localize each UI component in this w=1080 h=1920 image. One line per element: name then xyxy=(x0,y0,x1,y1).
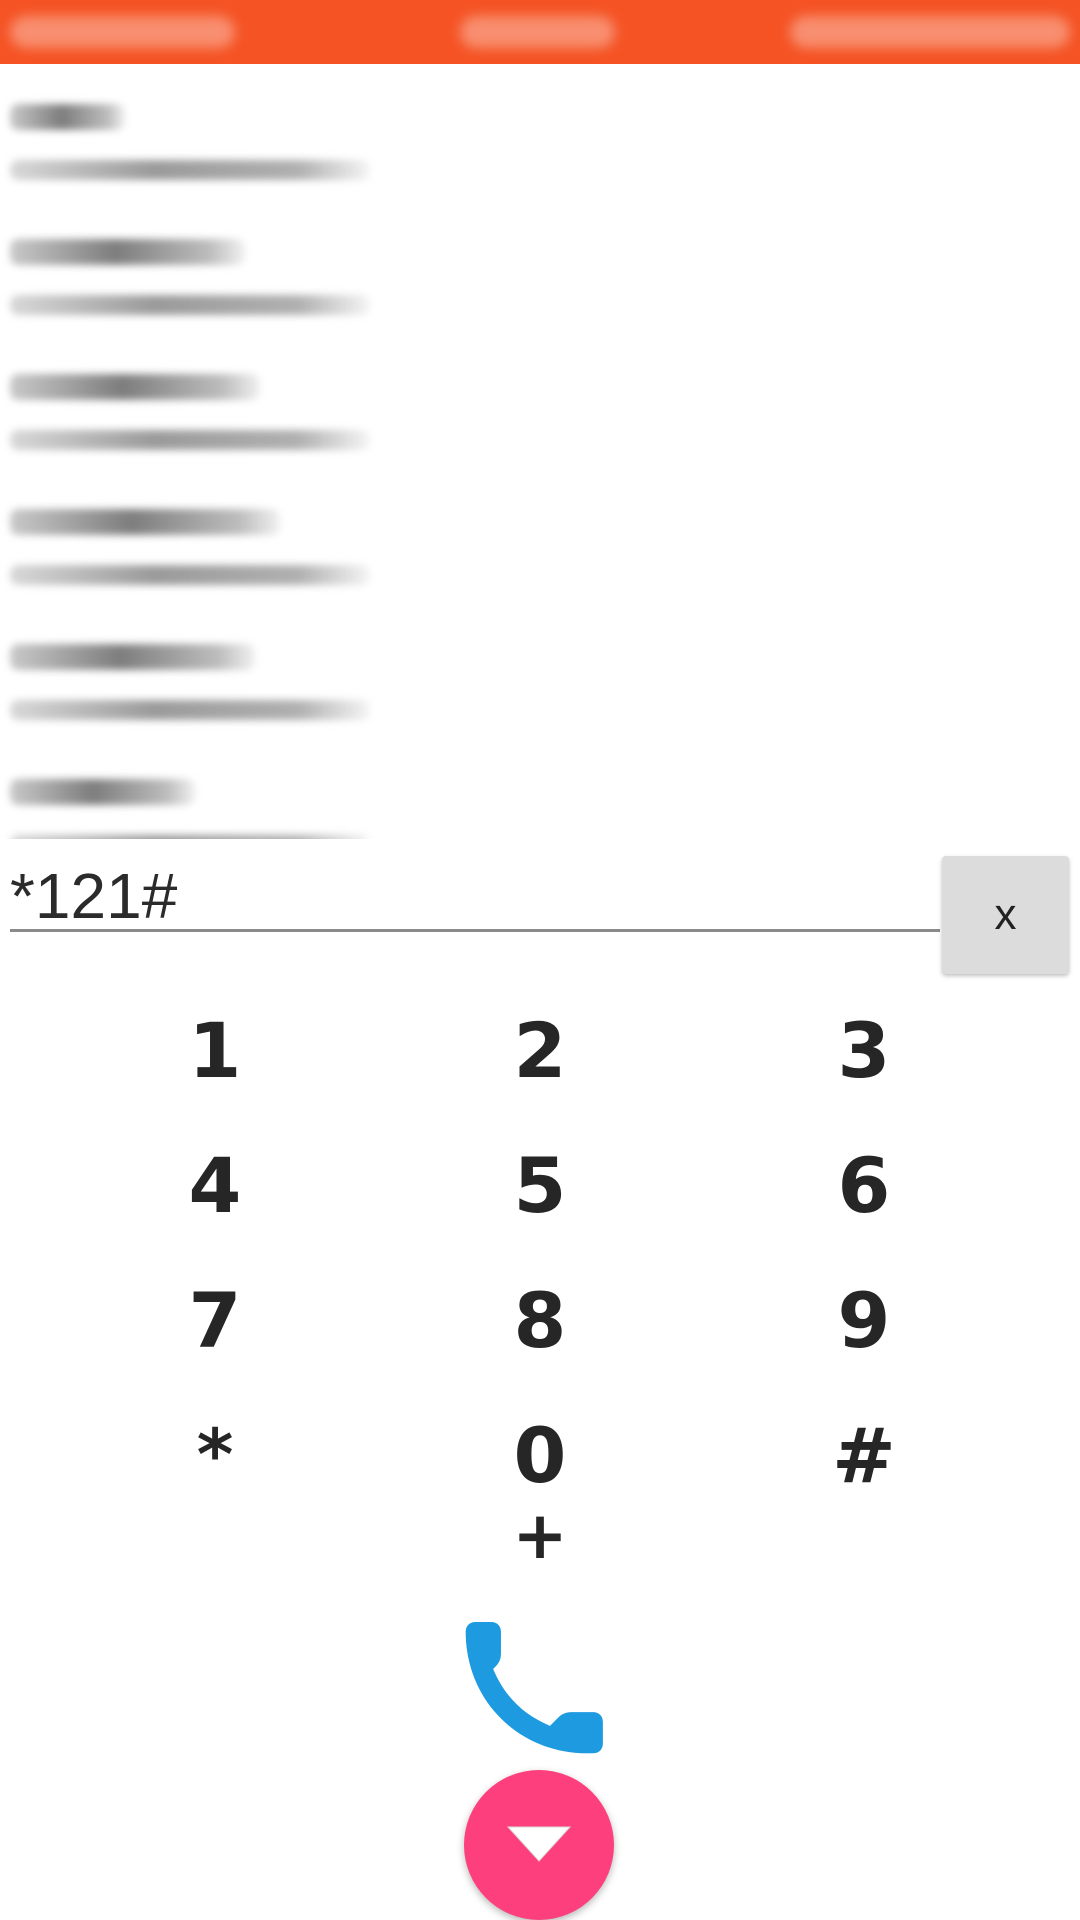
app-bar xyxy=(0,0,1080,64)
tab-1[interactable] xyxy=(10,16,235,48)
contact-list xyxy=(0,64,1080,839)
key-9[interactable]: 9 xyxy=(784,1260,944,1380)
list-item[interactable] xyxy=(10,469,390,589)
contact-number xyxy=(10,430,370,450)
key-8[interactable]: 8 xyxy=(460,1260,620,1380)
number-input-row: *121# x xyxy=(0,850,1080,980)
key-star[interactable]: * xyxy=(135,1395,295,1515)
key-2[interactable]: 2 xyxy=(460,990,620,1110)
key-hash[interactable]: # xyxy=(784,1395,944,1515)
contact-number xyxy=(10,835,370,839)
contact-name xyxy=(10,104,125,130)
key-4[interactable]: 4 xyxy=(135,1125,295,1245)
key-5[interactable]: 5 xyxy=(460,1125,620,1245)
contact-name xyxy=(10,509,280,535)
list-item[interactable] xyxy=(10,604,390,724)
key-3[interactable]: 3 xyxy=(784,990,944,1110)
contact-number xyxy=(10,700,370,720)
contact-number xyxy=(10,565,370,585)
list-item[interactable] xyxy=(10,199,390,319)
tab-3[interactable] xyxy=(790,16,1070,48)
dial-pad: 1 2 3 4 5 6 7 8 9 * 0 # + xyxy=(0,990,1080,1574)
key-6[interactable]: 6 xyxy=(784,1125,944,1245)
key-7[interactable]: 7 xyxy=(135,1260,295,1380)
key-1[interactable]: 1 xyxy=(135,990,295,1110)
contact-name xyxy=(10,239,245,265)
clear-button[interactable]: x xyxy=(942,856,1069,974)
list-item[interactable] xyxy=(10,334,390,454)
phone-icon xyxy=(465,1621,603,1754)
contact-number xyxy=(10,295,370,315)
contact-name xyxy=(10,779,195,805)
list-item[interactable] xyxy=(10,739,390,839)
call-button[interactable] xyxy=(462,1618,618,1768)
triangle-down-icon xyxy=(506,1826,572,1862)
list-item[interactable] xyxy=(10,64,390,184)
key-plus[interactable]: + xyxy=(460,1497,620,1574)
contact-number xyxy=(10,160,370,180)
tab-2[interactable] xyxy=(460,16,615,48)
collapse-button[interactable] xyxy=(464,1770,614,1920)
contact-name xyxy=(10,644,255,670)
number-input[interactable]: *121# xyxy=(10,860,940,932)
contact-name xyxy=(10,374,260,400)
